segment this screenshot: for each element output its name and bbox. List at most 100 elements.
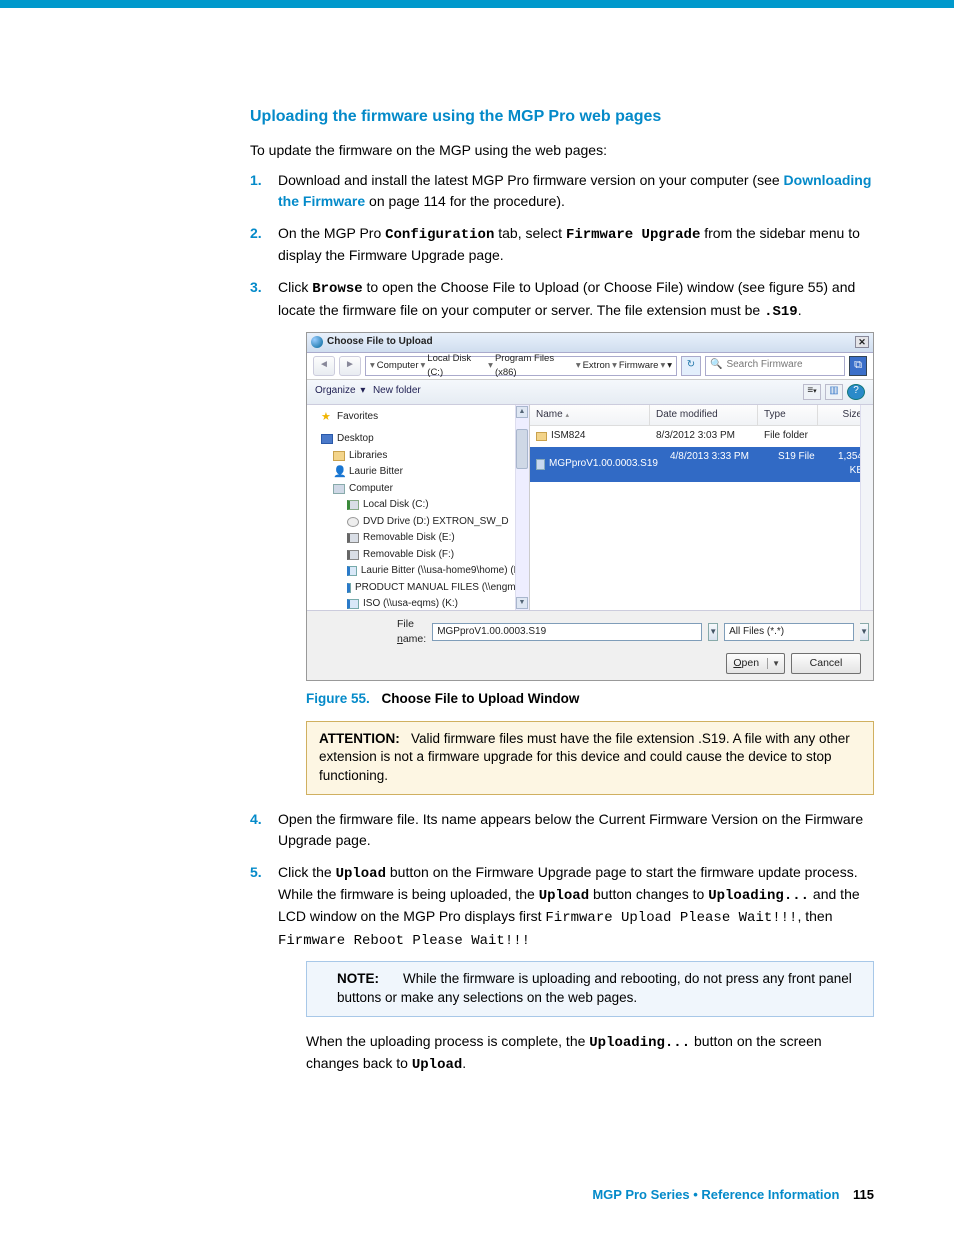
step-5-a: Click the	[278, 864, 336, 880]
window-titlebar: Choose File to Upload ✕	[307, 333, 873, 353]
dvd-icon	[347, 517, 359, 527]
choose-file-screenshot: Choose File to Upload ✕ ◄ ► ▾ Computer▾ …	[306, 332, 874, 681]
ie-globe-icon	[311, 336, 323, 348]
open-dropdown[interactable]: ▼	[767, 658, 784, 670]
upload-label-2: Upload	[539, 888, 589, 904]
navigation-tree[interactable]: ★Favorites Desktop Libraries 👤Laurie Bit…	[307, 405, 530, 610]
search-input[interactable]: 🔍 Search Firmware	[705, 356, 845, 376]
file-row-ism824[interactable]: ISM824 8/3/2012 3:03 PM File folder	[530, 426, 873, 447]
scroll-thumb[interactable]	[516, 429, 528, 469]
tree-cdrive[interactable]: Local Disk (C:)	[363, 498, 429, 513]
filename-input[interactable]: MGPproV1.00.0003.S19	[432, 623, 702, 641]
close-button[interactable]: ✕	[855, 336, 869, 348]
refresh-button[interactable]: ↻	[681, 356, 701, 376]
step-5: Click the Upload button on the Firmware …	[250, 862, 874, 1076]
crumb-extron[interactable]: Extron	[583, 359, 610, 373]
page-number: 115	[853, 1187, 874, 1202]
upload-final-label: Upload	[412, 1057, 462, 1073]
section-heading: Uploading the firmware using the MGP Pro…	[250, 108, 874, 126]
file-scrollbar[interactable]	[860, 405, 873, 610]
netdrive-icon	[347, 583, 351, 593]
step-1-text-a: Download and install the latest MGP Pro …	[278, 172, 784, 188]
after-a: When the uploading process is complete, …	[306, 1033, 589, 1049]
remdisk-icon	[347, 550, 359, 560]
filename-dropdown[interactable]: ▼	[708, 623, 718, 641]
navigation-bar: ◄ ► ▾ Computer▾ Local Disk (C:)▾ Program…	[307, 353, 873, 380]
desktop-icon	[321, 434, 333, 444]
dialog-bottom: File name: MGPproV1.00.0003.S19 ▼ All Fi…	[307, 610, 873, 680]
open-button[interactable]: Open▼	[726, 653, 785, 674]
step-2-b: tab, select	[494, 225, 566, 241]
uploading-label: Uploading...	[708, 888, 809, 904]
step-2-a: On the MGP Pro	[278, 225, 385, 241]
browse-label: Browse	[312, 281, 362, 297]
col-type[interactable]: Type	[758, 405, 818, 426]
scroll-up-icon[interactable]: ▲	[516, 406, 528, 418]
tree-dvd[interactable]: DVD Drive (D:) EXTRON_SW_D	[363, 515, 509, 530]
note-text: While the firmware is uploading and rebo…	[337, 971, 852, 1005]
tree-scrollbar[interactable]: ▲ ▼	[515, 405, 529, 610]
page-content: Uploading the firmware using the MGP Pro…	[0, 8, 954, 1127]
breadcrumb-path[interactable]: ▾ Computer▾ Local Disk (C:)▾ Program Fil…	[365, 356, 677, 376]
step-3-a: Click	[278, 279, 312, 295]
note-callout: NOTE:While the firmware is uploading and…	[306, 961, 874, 1017]
cancel-button[interactable]: Cancel	[791, 653, 861, 674]
remdisk-icon	[347, 533, 359, 543]
back-button[interactable]: ◄	[313, 356, 335, 376]
tree-libraries[interactable]: Libraries	[349, 449, 387, 464]
col-name[interactable]: Name	[536, 409, 563, 420]
file-list-header[interactable]: Name ▴ Date modified Type Size	[530, 405, 873, 427]
tree-net-k[interactable]: ISO (\\usa-eqms) (K:)	[363, 597, 458, 610]
favorites-icon: ★	[321, 412, 333, 422]
step-1-text-b: on page 114 for the procedure).	[365, 193, 565, 209]
filetype-filter[interactable]: All Files (*.*)	[724, 623, 854, 641]
filter-dropdown[interactable]: ▼	[860, 623, 869, 641]
attention-label: ATTENTION:	[319, 731, 400, 746]
file-icon	[536, 459, 545, 470]
restore-button[interactable]: ⧉	[849, 356, 867, 376]
search-placeholder: Search Firmware	[726, 358, 802, 373]
after-c: .	[462, 1055, 466, 1071]
footer-title: MGP Pro Series • Reference Information	[592, 1187, 839, 1202]
step-4: Open the firmware file. Its name appears…	[250, 809, 874, 850]
scroll-down-icon[interactable]: ▼	[516, 597, 528, 609]
crumb-computer[interactable]: Computer	[377, 359, 419, 373]
page-footer: MGP Pro Series • Reference Information 1…	[0, 1127, 954, 1232]
search-icon: 🔍	[710, 358, 722, 373]
figure-caption: Figure 55. Choose File to Upload Window	[306, 689, 874, 709]
crumb-firmware[interactable]: Firmware	[619, 359, 659, 373]
tree-favorites[interactable]: Favorites	[337, 410, 378, 425]
forward-button[interactable]: ►	[339, 356, 361, 376]
computer-icon	[333, 484, 345, 494]
organize-menu[interactable]: Organize ▾	[315, 384, 367, 399]
view-menu-button[interactable]: ≡ ▾	[803, 384, 821, 400]
tree-remdisk-f[interactable]: Removable Disk (F:)	[363, 548, 454, 563]
configuration-tab-label: Configuration	[385, 227, 494, 243]
uploading-btn-label: Uploading...	[589, 1035, 690, 1051]
dialog-body: ★Favorites Desktop Libraries 👤Laurie Bit…	[307, 405, 873, 610]
folder-icon	[536, 432, 547, 441]
col-date[interactable]: Date modified	[650, 405, 758, 426]
step-3: Click Browse to open the Choose File to …	[250, 277, 874, 795]
tree-net-h[interactable]: Laurie Bitter (\\usa-home9\home) (H:)	[361, 564, 527, 579]
new-folder-button[interactable]: New folder	[373, 384, 421, 399]
step-5-c: button changes to	[589, 886, 708, 902]
tree-remdisk-e[interactable]: Removable Disk (E:)	[363, 531, 455, 546]
tree-user[interactable]: Laurie Bitter	[349, 465, 403, 480]
help-button[interactable]: ?	[847, 384, 865, 400]
file-row-mgppro-s19[interactable]: MGPproV1.00.0003.S19 4/8/2013 3:33 PM S1…	[530, 447, 873, 482]
filename-label: File name:	[397, 617, 426, 647]
crumb-progfiles[interactable]: Program Files (x86)	[495, 352, 574, 380]
steps-list: Download and install the latest MGP Pro …	[250, 170, 874, 1075]
crumb-cdrive[interactable]: Local Disk (C:)	[427, 352, 486, 380]
libraries-icon	[333, 451, 345, 461]
tree-net-j[interactable]: PRODUCT MANUAL FILES (\\engmt\doccontrol…	[355, 581, 530, 596]
tree-computer[interactable]: Computer	[349, 482, 393, 497]
after-note-paragraph: When the uploading process is complete, …	[306, 1031, 874, 1076]
tree-desktop[interactable]: Desktop	[337, 432, 374, 447]
preview-pane-button[interactable]: ▥	[825, 384, 843, 400]
note-label: NOTE:	[337, 971, 379, 986]
attention-callout: ATTENTION: Valid firmware files must hav…	[306, 721, 874, 796]
file-list[interactable]: Name ▴ Date modified Type Size ISM824 8/…	[530, 405, 873, 610]
lcd-msg-2: Firmware Reboot Please Wait!!!	[278, 933, 530, 949]
